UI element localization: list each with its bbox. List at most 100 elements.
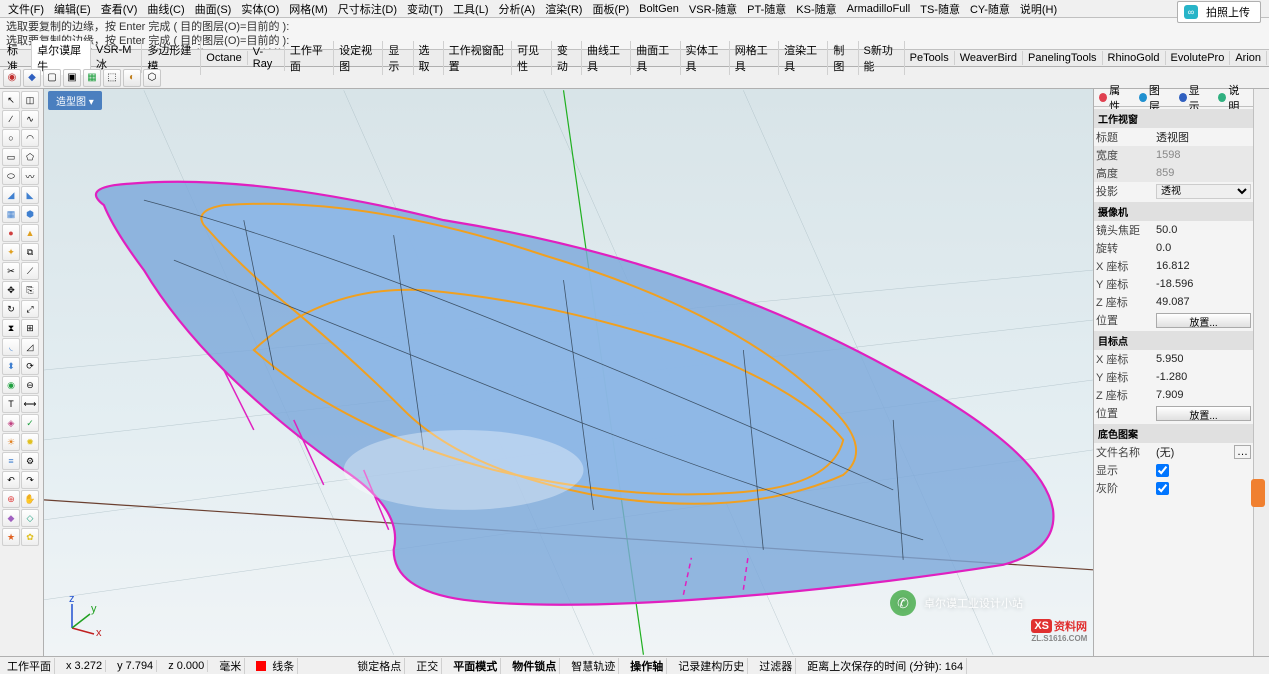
menu-ts[interactable]: TS-随意 <box>916 0 964 18</box>
camz-value[interactable]: 49.087 <box>1156 296 1251 308</box>
tool-explode-icon[interactable]: ✦ <box>2 243 20 261</box>
tool-light-icon[interactable]: ✹ <box>21 433 39 451</box>
tool-ellipse-icon[interactable]: ⬭ <box>2 167 20 185</box>
gray-checkbox[interactable] <box>1156 482 1169 495</box>
status-filter[interactable]: 过滤器 <box>756 658 796 674</box>
menu-edit[interactable]: 编辑(E) <box>50 0 95 18</box>
tool-surf-icon[interactable]: ◢ <box>2 186 20 204</box>
tab-setview[interactable]: 设定视图 <box>334 41 383 75</box>
tool-analyze-icon[interactable]: ◈ <box>2 414 20 432</box>
tab-display[interactable]: 显示 <box>383 41 413 75</box>
status-osnap[interactable]: 物件锁点 <box>509 658 560 674</box>
tool-pan-icon[interactable]: ✋ <box>21 490 39 508</box>
tool-misc2-icon[interactable]: ◇ <box>21 509 39 527</box>
tool-rotate-icon[interactable]: ↻ <box>2 300 20 318</box>
tool-loft-icon[interactable]: ◣ <box>21 186 39 204</box>
menu-vsr[interactable]: VSR-随意 <box>685 0 741 18</box>
side-handle-icon[interactable] <box>1251 479 1265 507</box>
tool-box-icon[interactable]: ▦ <box>2 205 20 223</box>
menu-render[interactable]: 渲染(R) <box>541 0 586 18</box>
tool-revolve-icon[interactable]: ⟳ <box>21 357 39 375</box>
show-checkbox[interactable] <box>1156 464 1169 477</box>
status-cplane[interactable]: 工作平面 <box>4 658 55 674</box>
tab-rendertools[interactable]: 渲染工具 <box>779 41 828 75</box>
menu-view[interactable]: 查看(V) <box>97 0 142 18</box>
menu-file[interactable]: 文件(F) <box>4 0 48 18</box>
menu-cy[interactable]: CY-随意 <box>966 0 1014 18</box>
tab-weaverbird[interactable]: WeaverBird <box>955 51 1023 65</box>
toolbar-icon[interactable]: ◆ <box>23 69 41 87</box>
tool-pointer-icon[interactable]: ↖ <box>2 91 20 109</box>
toolbar-icon[interactable]: ⬡ <box>143 69 161 87</box>
tab-select[interactable]: 选取 <box>414 41 444 75</box>
tab-visibility[interactable]: 可见性 <box>512 41 552 75</box>
tgz-value[interactable]: 7.909 <box>1156 389 1251 401</box>
tool-dim-icon[interactable]: ⟷ <box>21 395 39 413</box>
tool-split-icon[interactable]: ⟋ <box>21 262 39 280</box>
menu-curve[interactable]: 曲线(C) <box>143 0 188 18</box>
tool-move-icon[interactable]: ✥ <box>2 281 20 299</box>
tgx-value[interactable]: 5.950 <box>1156 353 1251 365</box>
tool-misc3-icon[interactable]: ★ <box>2 528 20 546</box>
menu-transform[interactable]: 变动(T) <box>403 0 447 18</box>
toolbar-icon[interactable]: ▣ <box>63 69 81 87</box>
tool-array-icon[interactable]: ⊞ <box>21 319 39 337</box>
tool-polygon-icon[interactable]: ⬠ <box>21 148 39 166</box>
status-gridsnap[interactable]: 锁定格点 <box>354 658 405 674</box>
menu-pt[interactable]: PT-随意 <box>743 0 790 18</box>
tab-evolute[interactable]: EvolutePro <box>1166 51 1231 65</box>
tool-offset-icon[interactable]: ⊖ <box>21 376 39 394</box>
menu-mesh[interactable]: 网格(M) <box>285 0 332 18</box>
tab-solidtools[interactable]: 实体工具 <box>681 41 730 75</box>
tool-copy-icon[interactable]: ⎘ <box>21 281 39 299</box>
rot-value[interactable]: 0.0 <box>1156 242 1251 254</box>
menu-tools[interactable]: 工具(L) <box>449 0 492 18</box>
status-history[interactable]: 记录建构历史 <box>675 658 748 674</box>
tool-misc4-icon[interactable]: ✿ <box>21 528 39 546</box>
menu-surface[interactable]: 曲面(S) <box>191 0 236 18</box>
menu-armadillo[interactable]: ArmadilloFull <box>843 2 915 16</box>
tab-paneling[interactable]: PanelingTools <box>1023 51 1103 65</box>
tab-layout[interactable]: 工作视窗配置 <box>444 41 512 75</box>
browse-icon[interactable]: … <box>1234 445 1251 459</box>
tab-octane[interactable]: Octane <box>201 51 247 65</box>
toolbar-icon[interactable]: ⬚ <box>103 69 121 87</box>
tab-rhinogold[interactable]: RhinoGold <box>1103 51 1166 65</box>
status-smarttrack[interactable]: 智慧轨迹 <box>568 658 619 674</box>
tool-join-icon[interactable]: ⧉ <box>21 243 39 261</box>
tgloc-button[interactable]: 放置... <box>1156 406 1251 421</box>
menu-ks[interactable]: KS-随意 <box>792 0 840 18</box>
menu-boltgen[interactable]: BoltGen <box>635 2 683 16</box>
menu-dimension[interactable]: 尺寸标注(D) <box>334 0 401 18</box>
status-layer[interactable]: 线条 <box>253 658 298 674</box>
toolbar-icon[interactable]: ◐ <box>123 69 141 87</box>
tool-text-icon[interactable]: T <box>2 395 20 413</box>
menu-analyze[interactable]: 分析(A) <box>495 0 540 18</box>
toolbar-icon[interactable]: ▢ <box>43 69 61 87</box>
tool-chamfer-icon[interactable]: ◿ <box>21 338 39 356</box>
tool-rect-icon[interactable]: ▭ <box>2 148 20 166</box>
tab-arion[interactable]: Arion <box>1230 51 1267 65</box>
tab-petools[interactable]: PeTools <box>905 51 955 65</box>
menu-solid[interactable]: 实体(O) <box>237 0 283 18</box>
toolbar-icon[interactable]: ◉ <box>3 69 21 87</box>
status-ortho[interactable]: 正交 <box>413 658 442 674</box>
focal-value[interactable]: 50.0 <box>1156 224 1251 236</box>
viewport[interactable]: 造型图 ▾ <box>44 89 1093 656</box>
tool-cyl-icon[interactable]: ⬢ <box>21 205 39 223</box>
tool-polyline-icon[interactable]: ∿ <box>21 110 39 128</box>
scrollbar-vertical[interactable] <box>1253 89 1269 656</box>
tool-extrude-icon[interactable]: ⬍ <box>2 357 20 375</box>
tab-vray[interactable]: V-Ray <box>248 45 285 71</box>
tgy-value[interactable]: -1.280 <box>1156 371 1251 383</box>
tool-prop-icon[interactable]: ⚙ <box>21 452 39 470</box>
tab-meshtools[interactable]: 网格工具 <box>730 41 779 75</box>
tab-surftools[interactable]: 曲面工具 <box>631 41 680 75</box>
tool-misc1-icon[interactable]: ◆ <box>2 509 20 527</box>
upload-button[interactable]: ∞ 拍照上传 <box>1177 1 1261 23</box>
tool-line-icon[interactable]: ∕ <box>2 110 20 128</box>
title-value[interactable]: 透视图 <box>1156 129 1251 145</box>
tool-mirror-icon[interactable]: ⧗ <box>2 319 20 337</box>
tool-boolean-icon[interactable]: ◉ <box>2 376 20 394</box>
menu-help[interactable]: 说明(H) <box>1016 0 1061 18</box>
